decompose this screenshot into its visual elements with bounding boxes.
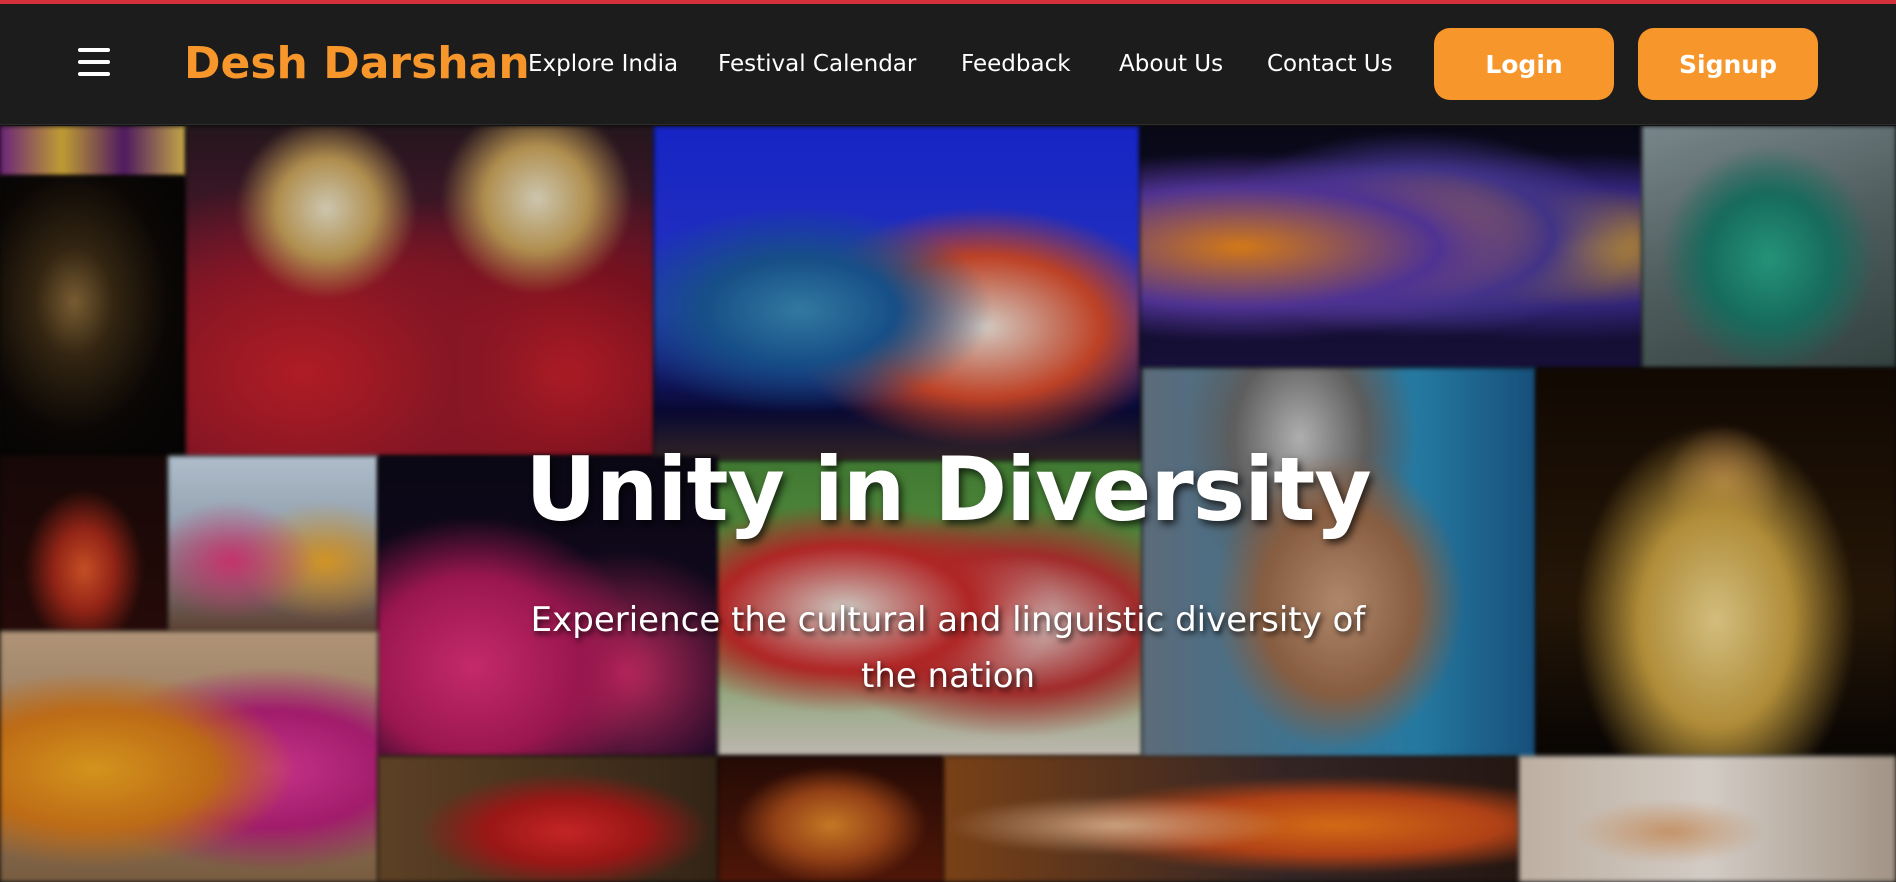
hamburger-menu-icon[interactable] (78, 48, 110, 76)
nav-link-feedback[interactable]: Feedback (961, 48, 1071, 80)
login-button[interactable]: Login (1434, 28, 1614, 100)
hero-section: Unity in Diversity Experience the cultur… (0, 126, 1896, 882)
brand-logo[interactable]: Desh Darshan (184, 34, 530, 94)
nav-link-explore-india[interactable]: Explore India (528, 48, 678, 80)
nav-link-about-us[interactable]: About Us (1119, 48, 1223, 80)
hero-subtitle: Experience the cultural and linguistic d… (530, 600, 1366, 696)
navbar: Desh Darshan Explore India Festival Cale… (0, 4, 1896, 125)
hero-title: Unity in Diversity (525, 438, 1371, 541)
nav-link-festival-calendar[interactable]: Festival Calendar (718, 48, 916, 80)
nav-link-contact-us[interactable]: Contact Us (1267, 48, 1393, 80)
signup-button[interactable]: Signup (1638, 28, 1818, 100)
